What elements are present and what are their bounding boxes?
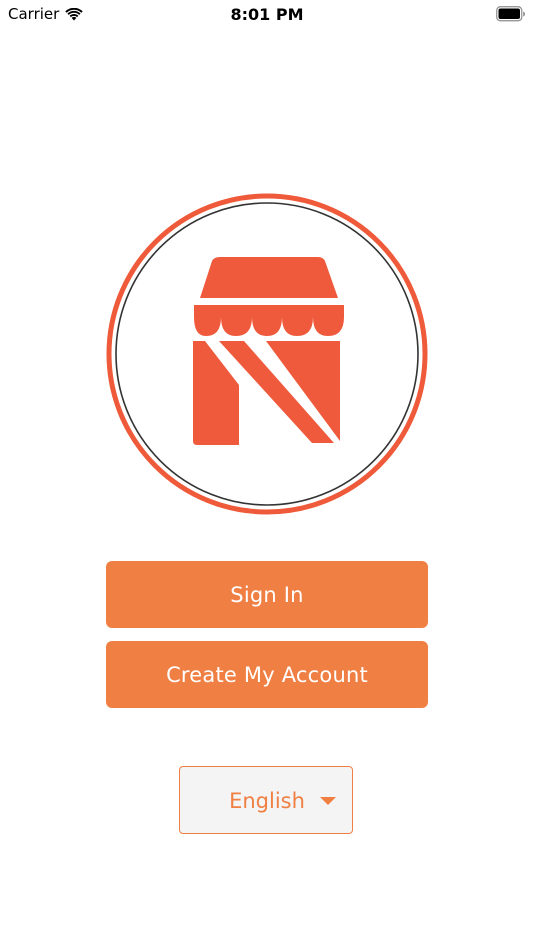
welcome-screen: Carrier 8:01 PM Sign In Create My Accoun… xyxy=(0,0,534,950)
battery-icon xyxy=(496,6,525,22)
create-account-label: Create My Account xyxy=(166,662,368,687)
status-time: 8:01 PM xyxy=(230,5,304,24)
create-account-button[interactable]: Create My Account xyxy=(106,641,428,708)
language-picker[interactable]: English xyxy=(179,766,353,834)
sign-in-button[interactable]: Sign In xyxy=(106,561,428,628)
sign-in-label: Sign In xyxy=(230,582,304,607)
storefront-logo-icon xyxy=(106,193,428,515)
status-bar: Carrier 8:01 PM xyxy=(0,0,534,30)
chevron-down-icon xyxy=(320,797,336,805)
